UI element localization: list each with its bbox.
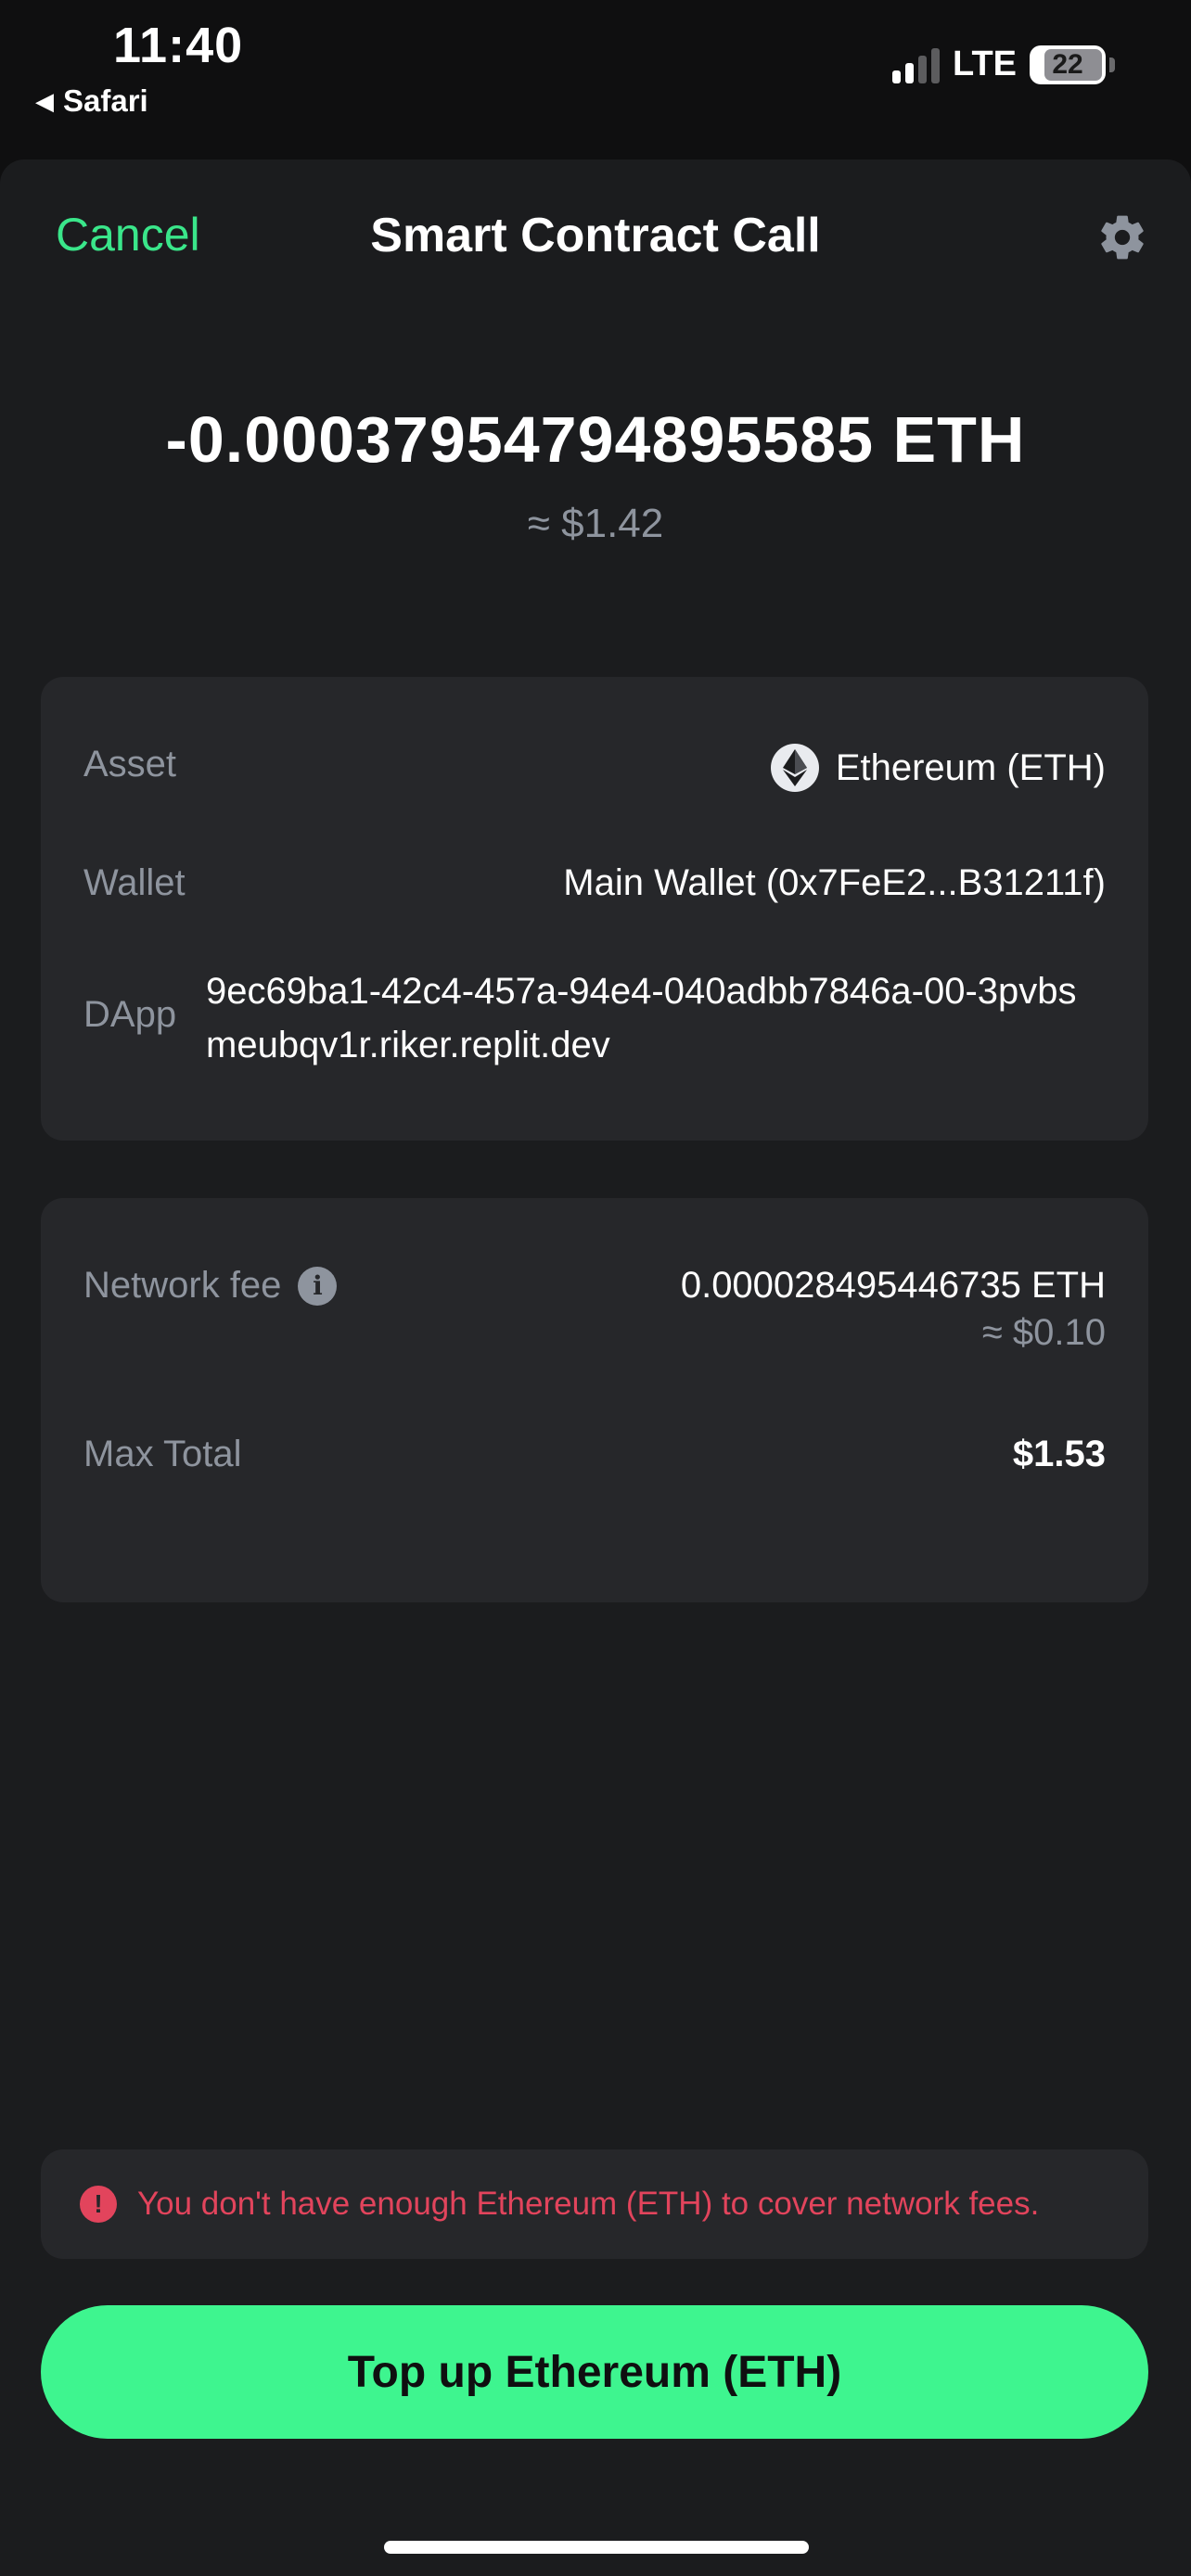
dapp-row: DApp 9ec69ba1-42c4-457a-94e4-040adbb7846… <box>83 964 1106 1072</box>
wallet-row: Wallet Main Wallet (0x7FeE2...B31211f) <box>83 862 1106 904</box>
network-fee-value: 0.000028495446735 ETH <box>680 1265 1106 1306</box>
network-fee-label-wrap: Network fee i <box>83 1265 338 1307</box>
max-total-value: $1.53 <box>1012 1434 1106 1474</box>
signal-icon <box>892 46 941 83</box>
status-indicators: LTE 22 <box>892 45 1115 84</box>
max-total-row: Max Total $1.53 <box>83 1434 1106 1475</box>
top-up-button[interactable]: Top up Ethereum (ETH) <box>41 2305 1148 2439</box>
page-title: Smart Contract Call <box>370 209 821 262</box>
max-total-label: Max Total <box>83 1434 242 1474</box>
dapp-label: DApp <box>83 994 177 1035</box>
back-app-label: Safari <box>63 83 148 118</box>
transaction-sheet: Cancel Smart Contract Call -0.0003795479… <box>0 159 1191 2576</box>
battery-tip <box>1109 57 1115 72</box>
battery-icon: 22 <box>1030 45 1106 84</box>
details-card: Asset Ethereum (ETH) Wallet Main Wallet … <box>41 677 1148 1141</box>
battery-level: 22 <box>1052 48 1083 80</box>
error-icon: ! <box>80 2186 117 2223</box>
network-fee-usd: ≈ $0.10 <box>981 1312 1106 1353</box>
network-fee-row: Network fee i 0.000028495446735 ETH ≈ $0… <box>83 1265 1106 1354</box>
network-fee-values: 0.000028495446735 ETH ≈ $0.10 <box>681 1265 1106 1354</box>
status-time: 11:40 <box>113 18 244 73</box>
gear-icon[interactable] <box>1096 211 1148 263</box>
transaction-amount: -0.00037954794895585 ETH <box>165 403 1026 476</box>
ethereum-icon <box>770 744 819 792</box>
back-to-app-button[interactable]: ◀ Safari <box>35 83 148 119</box>
asset-row: Asset Ethereum (ETH) <box>83 744 1106 792</box>
info-icon[interactable]: i <box>298 1266 338 1306</box>
network-type: LTE <box>953 45 1017 83</box>
wallet-value: Main Wallet (0x7FeE2...B31211f) <box>563 862 1106 903</box>
asset-value: Ethereum (ETH) <box>835 746 1106 788</box>
asset-label: Asset <box>83 744 177 784</box>
asset-value-wrap: Ethereum (ETH) <box>770 744 1106 792</box>
insufficient-funds-warning: ! You don't have enough Ethereum (ETH) t… <box>41 2149 1148 2259</box>
back-triangle-icon: ◀ <box>35 86 54 115</box>
fees-card: Network fee i 0.000028495446735 ETH ≈ $0… <box>41 1198 1148 1602</box>
network-fee-label: Network fee <box>83 1265 282 1306</box>
transaction-amount-usd: ≈ $1.42 <box>527 501 664 546</box>
status-bar: 11:40 ◀ Safari LTE 22 <box>0 0 1191 159</box>
home-indicator[interactable] <box>384 2541 809 2554</box>
nav-bar: Cancel Smart Contract Call <box>0 159 1191 317</box>
dapp-value: 9ec69ba1-42c4-457a-94e4-040adbb7846a-00-… <box>206 971 1077 1065</box>
wallet-label: Wallet <box>83 862 186 903</box>
warning-text: You don't have enough Ethereum (ETH) to … <box>137 2186 1040 2222</box>
